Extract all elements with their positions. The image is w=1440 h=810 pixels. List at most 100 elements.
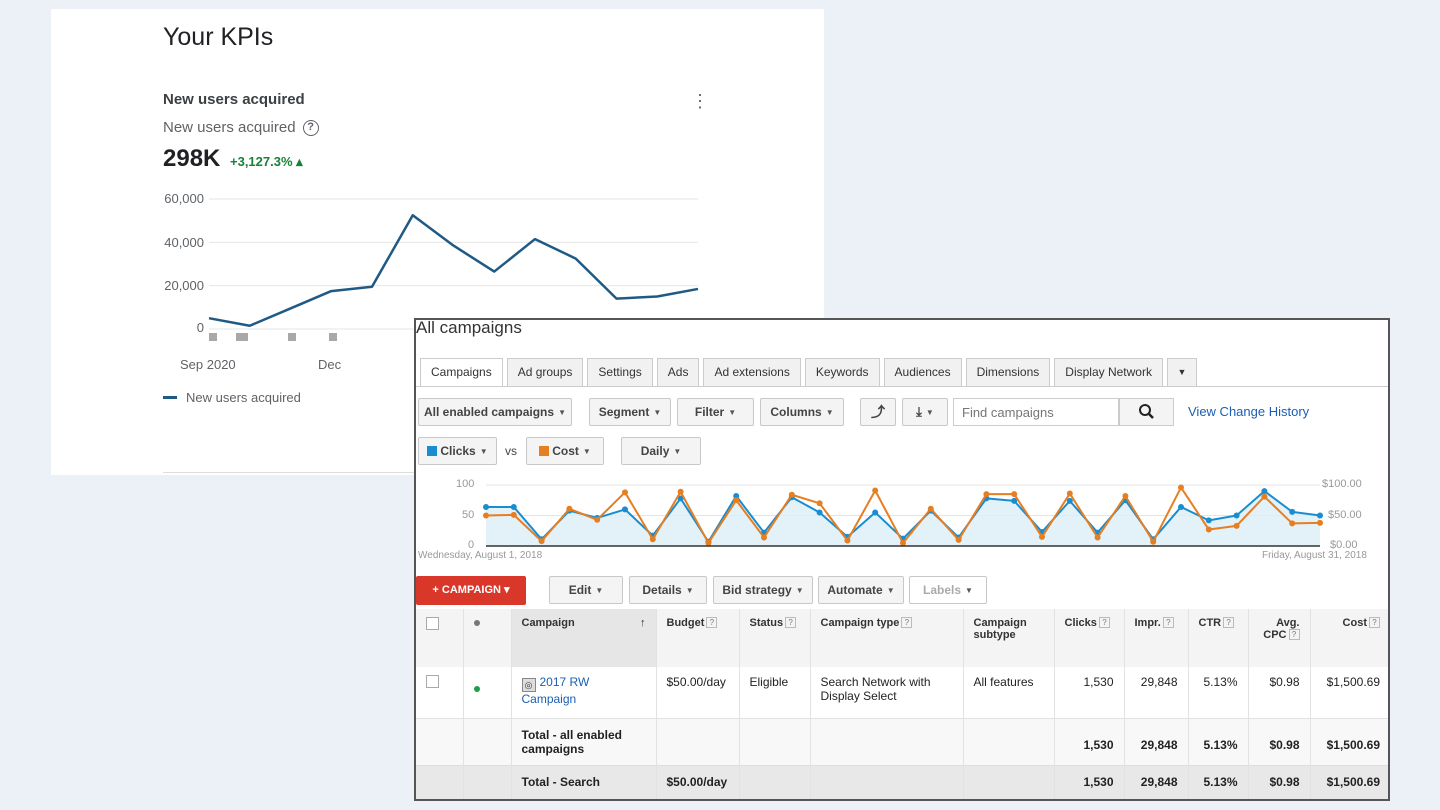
total-search-clicks: 1,530 xyxy=(1054,764,1125,799)
kpi-x-tick: Dec xyxy=(318,357,342,372)
edit-dropdown[interactable]: Edit ▼ xyxy=(549,576,623,604)
cost-point xyxy=(538,538,545,545)
header-cost[interactable]: Cost? xyxy=(1310,609,1388,667)
cost-point xyxy=(872,487,879,494)
header-impr-label: Impr. xyxy=(1134,617,1161,629)
labels-label: Labels xyxy=(923,583,962,597)
chevron-down-icon: ▼ xyxy=(595,586,604,595)
table-row: ◎ 2017 RW Campaign $50.00/day Eligible Se… xyxy=(416,667,1388,718)
clicks-point xyxy=(622,506,628,513)
cost-point xyxy=(927,505,934,512)
total-enabled-ctr: 5.13% xyxy=(1188,717,1249,765)
chevron-down-icon: ▼ xyxy=(795,586,804,595)
kpi-legend-label: New users acquired xyxy=(186,390,301,405)
row-campaign-subtype-value: All features xyxy=(973,675,1034,689)
row-ctr-cell: 5.13% xyxy=(1188,667,1249,718)
clicks-point xyxy=(872,509,879,516)
total-empty-cell xyxy=(739,764,811,799)
header-status[interactable]: Status? xyxy=(739,609,811,667)
total-search-impr: 29,848 xyxy=(1124,764,1189,799)
kpi-x-marker xyxy=(240,333,248,341)
row-budget-value: $50.00/day xyxy=(666,675,726,689)
bid-strategy-label: Bid strategy xyxy=(722,583,792,597)
cost-point xyxy=(983,491,990,498)
row-campaign-type-cell: Search Network with Display Select xyxy=(810,667,964,718)
header-campaign-subtype[interactable]: Campaign subtype xyxy=(963,609,1055,667)
chevron-down-icon: ▼ xyxy=(685,586,694,595)
header-status-label: Status xyxy=(749,617,784,629)
row-checkbox[interactable] xyxy=(426,675,439,688)
cost-point xyxy=(1094,534,1101,541)
cost-point xyxy=(705,539,712,546)
new-campaign-button[interactable]: + CAMPAIGN ▾ xyxy=(416,576,526,605)
kpi-x-marker xyxy=(329,333,337,341)
total-empty-cell xyxy=(416,717,464,765)
cost-point xyxy=(1205,526,1212,533)
header-impr[interactable]: Impr.? xyxy=(1124,609,1189,667)
cost-point xyxy=(1289,520,1296,527)
legend-swatch xyxy=(163,396,177,399)
table-header-row: Campaign ↑ Budget? Status? Campaign type?… xyxy=(416,609,1388,667)
row-campaign-subtype-cell: All features xyxy=(963,667,1055,718)
kpi-x-tick: Sep 2020 xyxy=(180,357,236,372)
cost-point xyxy=(1150,538,1157,545)
total-empty-cell xyxy=(463,717,512,765)
cost-point xyxy=(1317,519,1323,526)
cost-point xyxy=(510,511,517,518)
row-select-cell xyxy=(416,667,464,718)
total-enabled-label: Total - all enabled campaigns xyxy=(511,717,657,765)
clicks-point xyxy=(1233,512,1240,519)
help-icon: ? xyxy=(1223,617,1235,628)
header-ctr-label: CTR xyxy=(1198,617,1222,629)
cost-point xyxy=(622,489,628,496)
help-icon: ? xyxy=(706,617,718,628)
clicks-point xyxy=(1066,497,1073,504)
cost-point xyxy=(733,497,740,504)
header-campaign-type[interactable]: Campaign type? xyxy=(810,609,964,667)
row-impr-cell: 29,848 xyxy=(1124,667,1189,718)
cost-point xyxy=(816,500,823,507)
header-ctr[interactable]: CTR? xyxy=(1188,609,1249,667)
total-enabled-clicks: 1,530 xyxy=(1054,717,1125,765)
cost-point xyxy=(1039,533,1045,540)
row-status-cell xyxy=(463,667,512,718)
row-status-value: Eligible xyxy=(749,675,789,689)
total-enabled-impr: 29,848 xyxy=(1124,717,1189,765)
clicks-point xyxy=(1178,503,1184,510)
cost-point xyxy=(788,491,795,498)
kpi-x-marker xyxy=(209,333,217,341)
header-campaign-label: Campaign xyxy=(521,617,575,629)
bid-strategy-dropdown[interactable]: Bid strategy ▼ xyxy=(713,576,813,604)
campaigns-table: Campaign ↑ Budget? Status? Campaign type?… xyxy=(416,609,1388,799)
header-select-all xyxy=(416,609,464,667)
chart-end-date: Friday, August 31, 2018 xyxy=(1262,550,1367,561)
sort-ascending-icon: ↑ xyxy=(640,617,646,629)
cost-point xyxy=(1066,490,1073,497)
total-enabled-avg-cpc: $0.98 xyxy=(1248,717,1311,765)
details-dropdown[interactable]: Details ▼ xyxy=(629,576,707,604)
automate-dropdown[interactable]: Automate ▼ xyxy=(818,576,904,604)
cost-point xyxy=(594,516,601,523)
help-icon: ? xyxy=(785,617,797,628)
header-avg-cpc[interactable]: Avg. CPC? xyxy=(1248,609,1311,667)
campaign-type-icon: ◎ xyxy=(521,678,536,692)
cost-point xyxy=(483,512,489,519)
header-clicks-label: Clicks xyxy=(1064,617,1097,629)
header-clicks[interactable]: Clicks? xyxy=(1054,609,1125,667)
kpi-legend: New users acquired xyxy=(163,390,301,405)
row-budget-cell[interactable]: $50.00/day xyxy=(656,667,740,718)
total-search-ctr: 5.13% xyxy=(1188,764,1249,799)
total-search-cost: $1,500.69 xyxy=(1310,764,1388,799)
campaigns-panel: All campaigns Campaigns Ad groups Settin… xyxy=(414,318,1390,801)
automate-label: Automate xyxy=(827,583,883,597)
header-campaign[interactable]: Campaign ↑ xyxy=(511,609,657,667)
labels-dropdown[interactable]: Labels ▼ xyxy=(909,576,987,604)
cost-point xyxy=(761,534,767,541)
total-empty-cell xyxy=(963,717,1055,765)
header-budget-label: Budget xyxy=(666,617,705,629)
select-all-checkbox[interactable] xyxy=(426,617,439,630)
total-enabled-cost: $1,500.69 xyxy=(1310,717,1388,765)
clicks-point xyxy=(816,509,823,516)
total-enabled-row: Total - all enabled campaigns 1,530 29,8… xyxy=(416,717,1388,765)
header-budget[interactable]: Budget? xyxy=(656,609,740,667)
